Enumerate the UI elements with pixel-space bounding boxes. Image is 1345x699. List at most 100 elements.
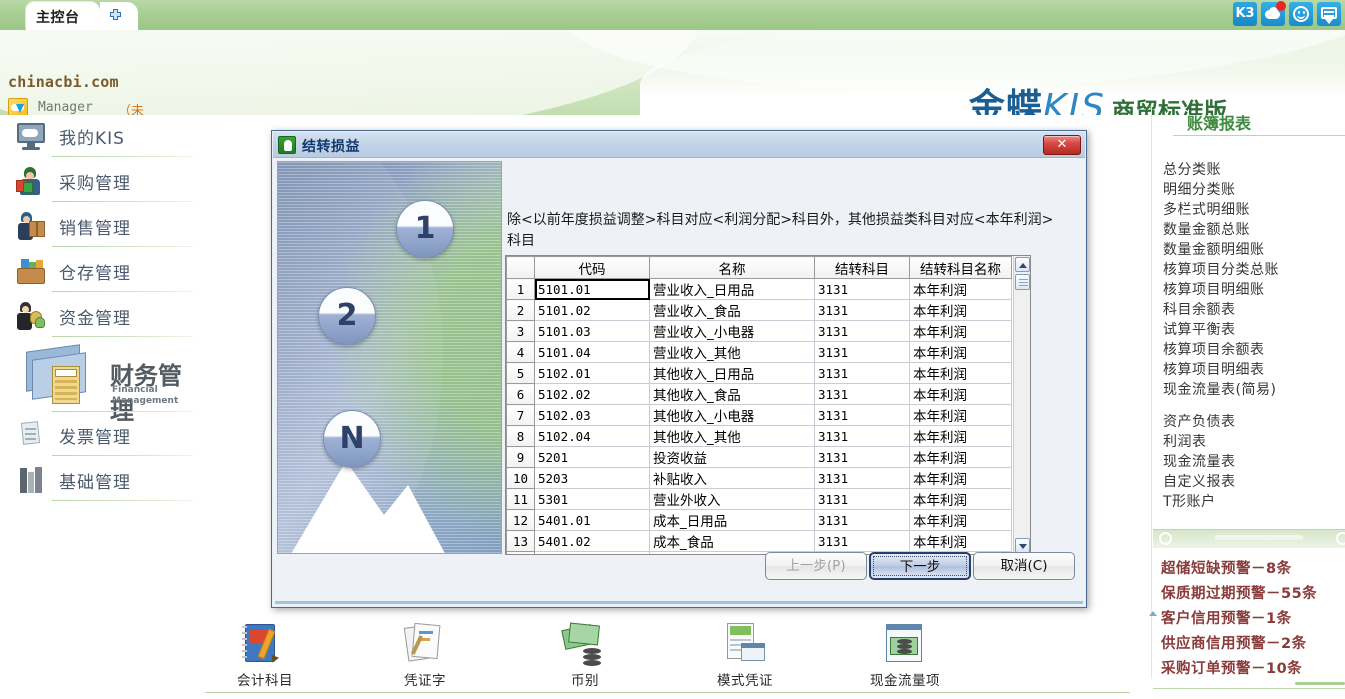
cell-name[interactable]: 投资收益 xyxy=(650,447,815,468)
chat-icon[interactable] xyxy=(1317,2,1341,26)
cell-acct[interactable]: 3131 xyxy=(815,321,910,342)
cell-code[interactable]: 5101.04 xyxy=(535,342,650,363)
cell-code[interactable]: 5301 xyxy=(535,489,650,510)
cell-rownum[interactable]: 9 xyxy=(507,447,535,468)
cell-code[interactable]: 5201 xyxy=(535,447,650,468)
cell-acct[interactable]: 3131 xyxy=(815,405,910,426)
cancel-button[interactable]: 取消(C) xyxy=(973,552,1075,580)
report-link[interactable]: 现金流量表 xyxy=(1163,452,1341,472)
bottom-item-cash-flow[interactable]: 现金流量项 xyxy=(845,621,965,689)
cell-acct-name[interactable]: 本年利润 xyxy=(910,279,1012,300)
cell-acct-name[interactable]: 本年利润 xyxy=(910,489,1012,510)
cell-name[interactable]: 成本_日用品 xyxy=(650,510,815,531)
cell-acct-name[interactable]: 本年利润 xyxy=(910,510,1012,531)
column-header-acct[interactable]: 结转科目 xyxy=(815,257,910,279)
grid-vertical-scrollbar[interactable] xyxy=(1013,256,1030,554)
cell-acct-name[interactable]: 本年利润 xyxy=(910,321,1012,342)
cell-acct-name[interactable]: 本年利润 xyxy=(910,447,1012,468)
cell-acct[interactable]: 3131 xyxy=(815,300,910,321)
sidebar-item-basedata[interactable]: 基础管理 xyxy=(14,459,193,504)
report-link[interactable]: 利润表 xyxy=(1163,432,1341,452)
table-row[interactable]: 45101.04营业收入_其他3131本年利润 xyxy=(507,342,1012,363)
subjects-grid[interactable]: 代码 名称 结转科目 结转科目名称 15101.01营业收入_日用品3131本年… xyxy=(505,255,1031,555)
sidebar-item-finance[interactable]: 财务管理 Financial Management xyxy=(14,342,193,414)
alert-item[interactable]: 采购订单预警－10条 xyxy=(1161,657,1343,682)
tab-add-button[interactable] xyxy=(100,2,138,30)
cell-code[interactable]: 5401.01 xyxy=(535,510,650,531)
cell-acct-name[interactable]: 本年利润 xyxy=(910,468,1012,489)
cell-rownum[interactable]: 8 xyxy=(507,426,535,447)
cell-rownum[interactable]: 7 xyxy=(507,405,535,426)
cell-acct[interactable]: 3131 xyxy=(815,447,910,468)
table-row[interactable]: 115301营业外收入3131本年利润 xyxy=(507,489,1012,510)
report-link[interactable]: T形账户 xyxy=(1163,492,1341,512)
cell-code[interactable]: 5102.02 xyxy=(535,384,650,405)
sidebar-item-my-kis[interactable]: 我的KIS xyxy=(14,115,193,160)
report-link[interactable]: 自定义报表 xyxy=(1163,472,1341,492)
table-row[interactable]: 35101.03营业收入_小电器3131本年利润 xyxy=(507,321,1012,342)
cell-rownum[interactable]: 4 xyxy=(507,342,535,363)
cell-rownum[interactable]: 1 xyxy=(507,279,535,300)
report-link[interactable]: 数量金额明细账 xyxy=(1163,240,1341,260)
cell-name[interactable]: 其他收入_小电器 xyxy=(650,405,815,426)
panel-scroll-down-icon[interactable] xyxy=(1147,695,1159,699)
cell-acct[interactable]: 3131 xyxy=(815,468,910,489)
column-header-acctname[interactable]: 结转科目名称 xyxy=(910,257,1012,279)
report-link[interactable]: 现金流量表(简易) xyxy=(1163,380,1341,400)
bottom-item-currency[interactable]: 币别 xyxy=(525,621,645,689)
k3-icon[interactable]: K3 xyxy=(1233,2,1257,26)
report-link[interactable]: 多栏式明细账 xyxy=(1163,200,1341,220)
cell-rownum[interactable]: 11 xyxy=(507,489,535,510)
cell-acct-name[interactable]: 本年利润 xyxy=(910,384,1012,405)
cell-name[interactable]: 营业收入_小电器 xyxy=(650,321,815,342)
alert-item[interactable]: 供应商信用预警－2条 xyxy=(1161,632,1343,657)
cell-rownum[interactable]: 3 xyxy=(507,321,535,342)
sidebar-item-invoice[interactable]: 发票管理 xyxy=(14,414,193,459)
cell-acct-name[interactable]: 本年利润 xyxy=(910,363,1012,384)
cell-name[interactable]: 营业外收入 xyxy=(650,489,815,510)
cell-code[interactable]: 5102.04 xyxy=(535,426,650,447)
scrollbar-thumb[interactable] xyxy=(1015,274,1030,290)
table-row[interactable]: 85102.04其他收入_其他3131本年利润 xyxy=(507,426,1012,447)
sidebar-item-warehouse[interactable]: 仓存管理 xyxy=(14,250,193,295)
cell-rownum[interactable]: 6 xyxy=(507,384,535,405)
table-row[interactable]: 95201投资收益3131本年利润 xyxy=(507,447,1012,468)
bottom-item-voucher-word[interactable]: 凭证字 xyxy=(365,621,485,689)
sidebar-item-purchase[interactable]: 采购管理 xyxy=(14,160,193,205)
cell-name[interactable]: 营业收入_其他 xyxy=(650,342,815,363)
report-link[interactable]: 明细分类账 xyxy=(1163,180,1341,200)
report-link[interactable]: 资产负债表 xyxy=(1163,412,1341,432)
cell-name[interactable]: 营业收入_日用品 xyxy=(650,279,815,300)
cell-rownum[interactable]: 2 xyxy=(507,300,535,321)
panel-scroll-up-icon[interactable] xyxy=(1147,605,1159,617)
cell-name[interactable]: 其他收入_日用品 xyxy=(650,363,815,384)
cell-name[interactable]: 营业收入_食品 xyxy=(650,300,815,321)
next-step-button[interactable]: 下一步 xyxy=(869,552,971,580)
cell-code[interactable]: 5102.01 xyxy=(535,363,650,384)
cell-name[interactable]: 补贴收入 xyxy=(650,468,815,489)
cell-acct[interactable]: 3131 xyxy=(815,426,910,447)
cell-name[interactable]: 其他收入_食品 xyxy=(650,384,815,405)
cloud-icon[interactable] xyxy=(1261,2,1285,26)
report-link[interactable]: 试算平衡表 xyxy=(1163,320,1341,340)
report-link[interactable]: 总分类账 xyxy=(1163,160,1341,180)
dialog-title-bar[interactable]: 结转损益 ✕ xyxy=(273,132,1085,158)
cell-acct-name[interactable]: 本年利润 xyxy=(910,426,1012,447)
alert-item[interactable]: 超储短缺预警－8条 xyxy=(1161,557,1343,582)
table-row[interactable]: 25101.02营业收入_食品3131本年利润 xyxy=(507,300,1012,321)
cell-acct-name[interactable]: 本年利润 xyxy=(910,342,1012,363)
cell-acct-name[interactable]: 本年利润 xyxy=(910,300,1012,321)
report-link[interactable]: 核算项目明细表 xyxy=(1163,360,1341,380)
close-icon[interactable]: ✕ xyxy=(1043,135,1081,155)
cell-name[interactable]: 其他收入_其他 xyxy=(650,426,815,447)
table-row[interactable]: 55102.01其他收入_日用品3131本年利润 xyxy=(507,363,1012,384)
tab-main-console[interactable]: 主控台 xyxy=(26,2,100,30)
cell-rownum[interactable]: 5 xyxy=(507,363,535,384)
report-link[interactable]: 核算项目余额表 xyxy=(1163,340,1341,360)
table-row[interactable]: 75102.03其他收入_小电器3131本年利润 xyxy=(507,405,1012,426)
cell-acct[interactable]: 3131 xyxy=(815,342,910,363)
cell-code[interactable]: 5203 xyxy=(535,468,650,489)
alert-item[interactable]: 保质期过期预警－55条 xyxy=(1161,582,1343,607)
column-header-name[interactable]: 名称 xyxy=(650,257,815,279)
column-header-rownum[interactable] xyxy=(507,257,535,279)
